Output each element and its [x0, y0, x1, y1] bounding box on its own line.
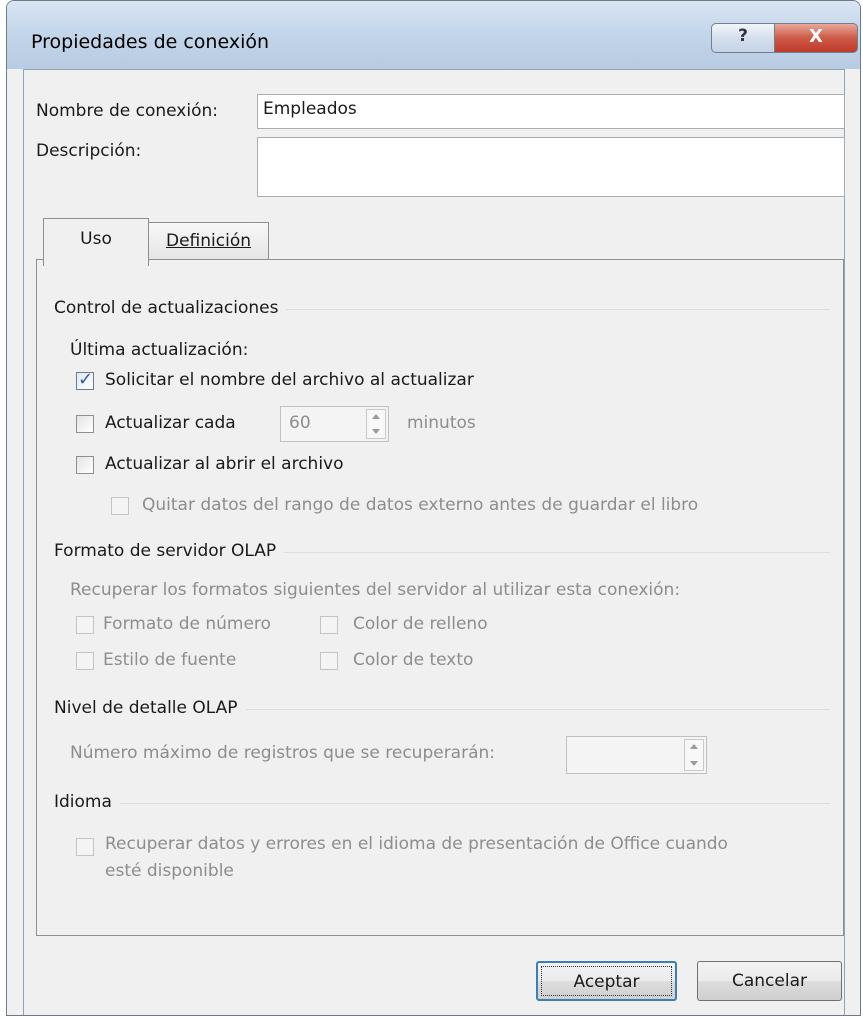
spin-arrows-icon[interactable] [366, 409, 386, 439]
group-divider [54, 803, 830, 804]
connection-name-label: Nombre de conexión: [36, 101, 218, 121]
olap-format-description: Recuperar los formatos siguientes del se… [70, 580, 681, 600]
refresh-on-open-label: Actualizar al abrir el archivo [105, 454, 344, 474]
office-language-label-line2: esté disponible [105, 861, 234, 881]
last-update-label: Última actualización: [70, 340, 249, 360]
tab-uso[interactable]: Uso [43, 218, 149, 266]
olap-format-group: Formato de servidor OLAP [54, 541, 830, 563]
description-label: Descripción: [36, 141, 142, 161]
tab-uso-label: Uso [80, 229, 112, 249]
title-bar: Propiedades de conexión ? X [7, 1, 860, 69]
ok-button-label: Aceptar [573, 972, 640, 992]
language-title: Idioma [54, 792, 120, 812]
close-icon: X [809, 26, 823, 47]
fill-color-checkbox[interactable] [320, 616, 338, 634]
refresh-interval-spinner[interactable]: 60 [280, 406, 389, 442]
refresh-control-group: Control de actualizaciones [54, 298, 830, 320]
fill-color-label: Color de relleno [353, 614, 488, 634]
olap-detail-title: Nivel de detalle OLAP [54, 698, 246, 718]
olap-detail-group: Nivel de detalle OLAP [54, 698, 830, 720]
description-input[interactable] [257, 137, 845, 197]
tab-definicion[interactable]: Definición [148, 222, 269, 260]
refresh-every-label: Actualizar cada [105, 413, 236, 433]
cancel-button-label: Cancelar [732, 971, 807, 991]
language-group: Idioma [54, 792, 830, 814]
refresh-interval-unit: minutos [407, 413, 476, 433]
office-language-checkbox[interactable] [76, 838, 94, 856]
tab-definicion-label: Definición [166, 231, 251, 251]
refresh-every-checkbox[interactable] [76, 415, 94, 433]
refresh-on-open-checkbox[interactable] [76, 456, 94, 474]
font-style-checkbox[interactable] [76, 652, 94, 670]
number-format-label: Formato de número [103, 614, 271, 634]
close-button[interactable]: X [774, 23, 858, 53]
connection-name-input[interactable]: Empleados [257, 94, 845, 129]
connection-name-value: Empleados [263, 99, 357, 119]
olap-format-title: Formato de servidor OLAP [54, 541, 285, 561]
remove-data-label: Quitar datos del rango de datos externo … [142, 495, 699, 515]
ok-button[interactable]: Aceptar [536, 961, 677, 1001]
remove-data-checkbox[interactable] [111, 497, 129, 515]
dialog-title: Propiedades de conexión [31, 31, 270, 53]
office-language-label-line1: Recuperar datos y errores en el idioma d… [105, 834, 728, 854]
max-records-spinner[interactable] [566, 736, 707, 774]
refresh-interval-value: 60 [289, 413, 311, 433]
text-color-checkbox[interactable] [320, 652, 338, 670]
text-color-label: Color de texto [353, 650, 474, 670]
number-format-checkbox[interactable] [76, 616, 94, 634]
cancel-button[interactable]: Cancelar [697, 961, 842, 1001]
help-button[interactable]: ? [711, 23, 775, 53]
font-style-label: Estilo de fuente [103, 650, 237, 670]
max-records-label: Número máximo de registros que se recupe… [70, 743, 496, 763]
help-icon: ? [738, 26, 748, 46]
prompt-filename-label: Solicitar el nombre del archivo al actua… [105, 370, 474, 390]
refresh-control-title: Control de actualizaciones [54, 298, 287, 318]
prompt-filename-checkbox[interactable] [76, 369, 94, 390]
spin-arrows-icon[interactable] [684, 739, 704, 771]
